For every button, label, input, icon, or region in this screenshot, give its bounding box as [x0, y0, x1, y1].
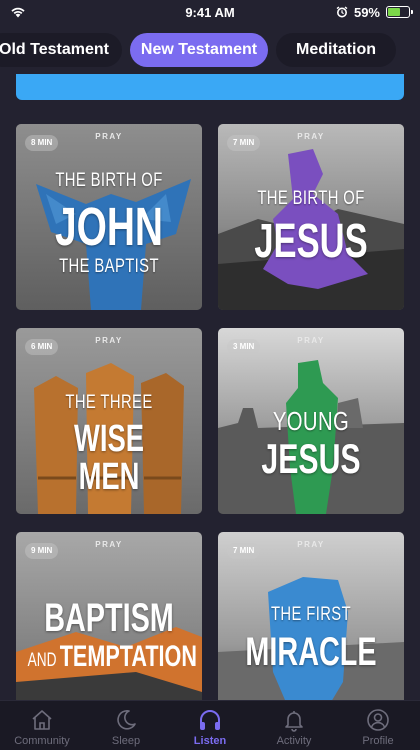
category-tabs: Old Testament New Testament Meditation [0, 32, 420, 68]
session-grid: 8 MIN PRAY THE BIRTH OF JOHN THE BAPTIST… [16, 124, 404, 718]
session-card-first-miracle[interactable]: 7 MIN PRAY THE FIRST MIRACLE [218, 532, 404, 718]
session-card-young-jesus[interactable]: 3 MIN PRAY YOUNG JESUS [218, 328, 404, 514]
nav-activity[interactable]: Activity [252, 707, 336, 747]
session-card-birth-of-john[interactable]: 8 MIN PRAY THE BIRTH OF JOHN THE BAPTIST [16, 124, 202, 310]
card-title-line3: THE BAPTIST [59, 256, 159, 277]
battery-icon [386, 6, 413, 18]
promo-banner[interactable] [16, 74, 404, 100]
battery-percent: 59% [353, 4, 380, 20]
card-title-line1: THE BIRTH OF [55, 170, 163, 191]
moon-icon [117, 710, 136, 730]
nav-listen[interactable]: Listen [168, 707, 252, 747]
card-title-line2: WISE MEN [74, 418, 144, 498]
card-title-line1: YOUNG [272, 406, 350, 436]
nav-label: Listen [193, 735, 227, 747]
bell-icon [285, 711, 303, 732]
status-left [10, 6, 130, 18]
alarm-icon [336, 6, 348, 18]
card-title-line2: AND TEMPTATION [27, 640, 197, 674]
card-title-line2b: TEMPTATION [59, 640, 197, 673]
category-label: PRAY [95, 132, 123, 141]
category-label: PRAY [297, 336, 325, 345]
card-title-line2: MIRACLE [245, 630, 377, 674]
nav-sleep[interactable]: Sleep [84, 707, 168, 747]
nav-label: Sleep [111, 735, 141, 747]
card-title-line2: JESUS [261, 435, 361, 482]
tab-new-testament[interactable]: New Testament [130, 33, 268, 67]
headphones-icon [200, 710, 220, 730]
card-title-line1: THE THREE [65, 392, 153, 413]
nav-community[interactable]: Community [0, 707, 84, 747]
home-icon [32, 710, 52, 730]
wifi-icon [11, 7, 25, 18]
card-title-line1: BAPTISM [44, 596, 174, 640]
card-title-line2: JESUS [254, 215, 368, 268]
session-card-baptism-and-temptation[interactable]: 9 MIN PRAY BAPTISM AND TEMPTATION [16, 532, 202, 718]
card-title-line2a: AND [27, 650, 57, 671]
status-right: 59% [290, 4, 413, 20]
person-icon [367, 709, 389, 731]
status-time: 9:41 AM [185, 4, 235, 20]
nav-label: Community [14, 735, 70, 747]
session-card-birth-of-jesus[interactable]: 7 MIN PRAY THE BIRTH OF JESUS [218, 124, 404, 310]
status-bar: 9:41 AM 59% [0, 0, 420, 24]
battery-level [388, 8, 400, 16]
nav-profile[interactable]: Profile [336, 707, 420, 747]
tab-old-testament[interactable]: Old Testament [0, 33, 122, 67]
session-card-three-wise-men[interactable]: 6 MIN PRAY THE THREE WISE MEN [16, 328, 202, 514]
category-label: PRAY [95, 336, 123, 345]
card-title-line1: THE FIRST [270, 604, 352, 625]
category-label: PRAY [297, 132, 325, 141]
nav-label: Profile [362, 735, 394, 747]
category-label: PRAY [95, 540, 123, 549]
nav-label: Activity [276, 735, 312, 747]
tab-meditation[interactable]: Meditation [276, 33, 396, 67]
card-title-line1: THE BIRTH OF [257, 188, 365, 209]
card-title-line2: JOHN [54, 197, 164, 257]
bottom-nav: Community Sleep Listen Activity Profile [0, 700, 420, 750]
category-label: PRAY [297, 540, 325, 549]
